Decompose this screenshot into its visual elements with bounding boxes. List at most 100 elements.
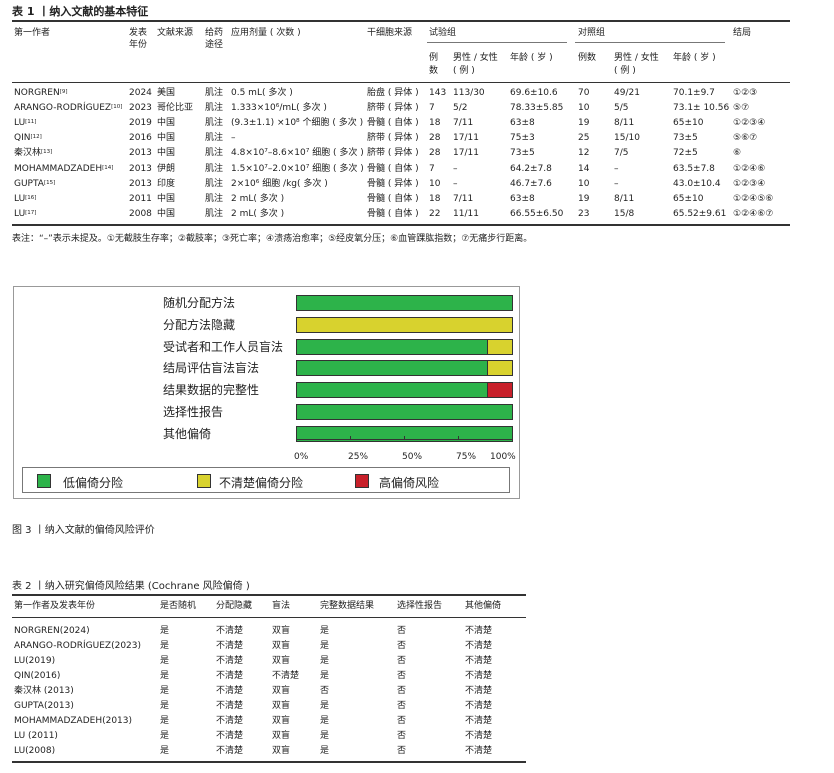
t1-cell-year: 2016 — [129, 133, 152, 144]
table2-top-rule — [12, 594, 526, 596]
t1-cell-tn: 28 — [429, 133, 441, 144]
bias-bar-segment — [297, 405, 512, 419]
t1-cell-outcome: ⑤⑦ — [733, 103, 750, 114]
t2-cell: 是 — [160, 656, 170, 666]
t1-cell-author: GUPTA[15] — [14, 179, 55, 190]
t2-cell: 双盲 — [272, 731, 291, 741]
t1-cell-source: 中国 — [157, 148, 176, 159]
t1-cell-cage: 73±5 — [673, 133, 698, 144]
t2-header-cell: 完整数据结果 — [320, 601, 375, 611]
t2-cell: ARANGO-RODRÍGUEZ(2023) — [14, 641, 142, 651]
legend-swatch-high — [355, 474, 369, 488]
t2-cell: 是 — [320, 626, 330, 636]
t2-cell: 不清楚 — [216, 626, 244, 636]
t1-cell-source: 美国 — [157, 88, 176, 98]
t1-cell-cage: 65.52±9.61 — [673, 208, 727, 219]
t2-cell: MOHAMMADZADEH(2013) — [14, 716, 133, 726]
t2-cell: 否 — [397, 626, 407, 636]
t1-author-name: GUPTA — [14, 178, 44, 189]
t2-cell: 不清楚 — [465, 626, 493, 636]
t1-ref-superscript: [14] — [102, 164, 114, 171]
t1-cell-source: 中国 — [157, 193, 176, 204]
t1-cell-cn: 12 — [578, 148, 590, 159]
t1-cell-source: 哥伦比亚 — [157, 103, 194, 114]
t1-ref-superscript: [10] — [111, 104, 123, 111]
figure3-caption: 图 3 丨纳入文献的偏倚风险评价 — [12, 525, 155, 536]
t1-cell-cage: 72±5 — [673, 148, 698, 159]
t2-cell: LU(2008) — [14, 746, 56, 756]
table2-header-rule — [12, 617, 526, 618]
t2-cell: 否 — [397, 686, 407, 696]
t1-cell-cage: 65±10 — [673, 118, 704, 129]
t2-cell: 否 — [397, 671, 407, 681]
bias-domain-label: 结果数据的完整性 — [163, 383, 260, 398]
t1-header-sex2: ( 例 ) — [453, 66, 475, 76]
t1-author-name: LU — [14, 193, 26, 204]
t2-cell: 否 — [397, 746, 407, 756]
t2-cell: 双盲 — [272, 701, 291, 711]
t1-cell-stem: 骨髓 ( 自体 ) — [367, 193, 419, 204]
t2-cell: 是 — [160, 701, 170, 711]
t1-cell-route: 肌注 — [205, 133, 224, 144]
t2-cell: 否 — [397, 656, 407, 666]
t1-cell-author: NORGREN[9] — [14, 88, 68, 99]
t2-cell: 是 — [160, 746, 170, 756]
t1-cell-csex: – — [614, 178, 619, 189]
t2-header-cell: 第一作者及发表年份 — [14, 601, 96, 611]
t1-cell-dose: 2 mL( 多次 ) — [231, 193, 285, 204]
t1-cell-outcome: ①②③ — [733, 88, 758, 98]
t1-cell-csex: 5/5 — [614, 103, 629, 114]
legend-swatch-unclear — [197, 474, 211, 488]
t1-cell-stem: 骨髓 ( 自体 ) — [367, 208, 419, 219]
t2-cell: 不清楚 — [465, 701, 493, 711]
t1-cell-stem: 骨髓 ( 异体 ) — [367, 178, 419, 189]
bias-bar-segment — [487, 361, 512, 376]
t1-author-name: QIN — [14, 133, 31, 144]
t1-cell-tn: 10 — [429, 178, 441, 189]
t1-ref-superscript: [15] — [43, 179, 56, 186]
bias-domain-label: 其他偏倚 — [163, 426, 212, 441]
t1-cell-route: 肌注 — [205, 148, 224, 159]
t1-cell-year: 2013 — [129, 178, 152, 189]
t1-author-name: NORGREN — [14, 88, 60, 98]
t1-header-n2: 数 — [429, 66, 439, 76]
t1-header-csex: 男性 / 女性 — [614, 53, 659, 63]
table1-bottom-rule — [12, 224, 790, 226]
bias-domain-label: 分配方法隐藏 — [163, 317, 236, 332]
bias-bar-segment — [487, 383, 512, 398]
bias-bar-segment — [487, 339, 512, 354]
t2-cell: 是 — [160, 641, 170, 651]
t2-cell: 双盲 — [272, 626, 291, 636]
t1-cell-dose: 0.5 mL( 多次 ) — [231, 88, 293, 98]
t1-trial-subrule — [427, 42, 567, 43]
t2-cell: LU (2011) — [14, 731, 58, 741]
t1-cell-year: 2023 — [129, 103, 152, 114]
t2-cell: 是 — [320, 716, 330, 726]
t1-cell-tsex: 7/11 — [453, 118, 474, 129]
t1-cell-author: LU[11] — [14, 118, 36, 129]
t1-ref-superscript: [9] — [59, 89, 68, 95]
t1-cell-outcome: ①②④⑥ — [733, 163, 766, 174]
t1-header-outcome: 结局 — [733, 28, 752, 38]
t1-cell-csex: 8/11 — [614, 193, 635, 204]
t2-cell: 双盲 — [272, 716, 291, 726]
t2-cell: LU(2019) — [14, 656, 56, 666]
t2-cell: 不清楚 — [465, 656, 493, 666]
t1-cell-outcome: ⑤⑥⑦ — [733, 133, 758, 144]
t1-cell-route: 肌注 — [205, 193, 224, 204]
t1-cell-tage: 69.6±10.6 — [510, 88, 558, 98]
t1-cell-author: QIN[12] — [14, 133, 42, 144]
t2-cell: 是 — [320, 731, 330, 741]
t1-cell-csex: 49/21 — [614, 88, 640, 98]
legend-label-unclear: 不清楚偏倚分险 — [219, 476, 304, 490]
t1-cell-tsex: 113/30 — [453, 88, 485, 98]
t1-cell-tage: 75±3 — [510, 133, 535, 144]
t1-cell-source: 中国 — [157, 133, 176, 144]
t1-cell-tn: 7 — [429, 103, 435, 114]
t2-cell: 不清楚 — [216, 686, 244, 696]
t1-cell-tn: 22 — [429, 208, 441, 219]
t1-ref-superscript: [12] — [30, 134, 42, 141]
t2-cell: 不清楚 — [216, 671, 244, 681]
bias-bar — [296, 382, 513, 399]
t1-header-dose: 应用剂量 ( 次数 ) — [231, 28, 301, 38]
